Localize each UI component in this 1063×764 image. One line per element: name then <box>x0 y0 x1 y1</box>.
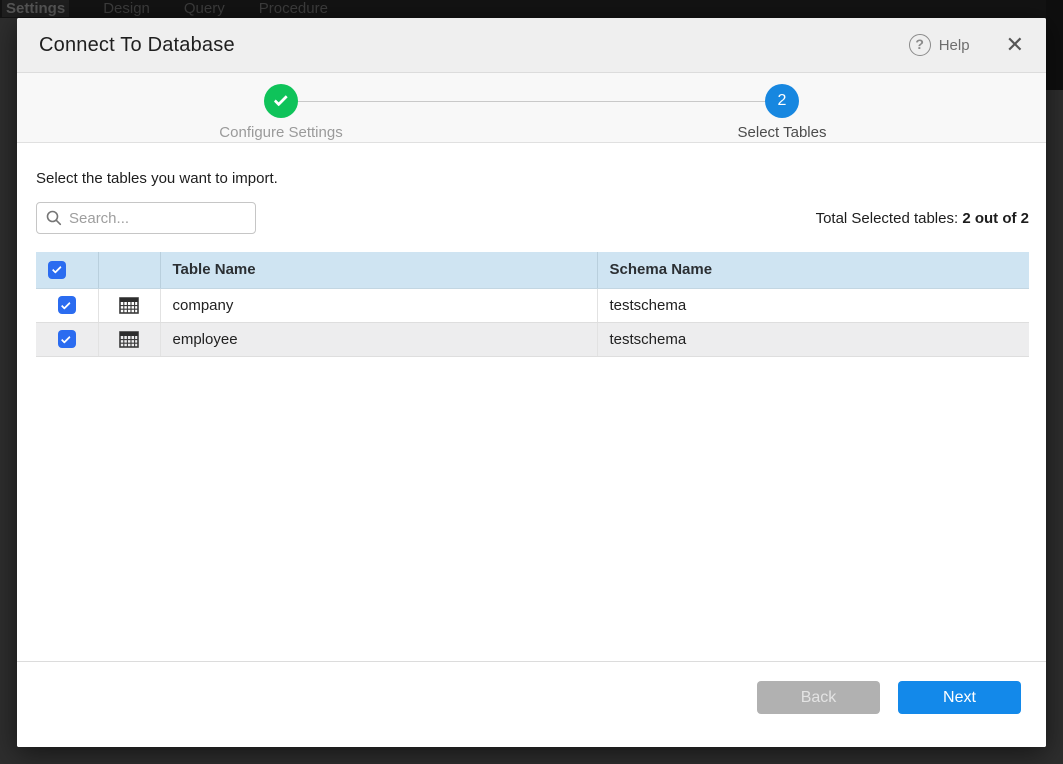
stepper-connector-line <box>281 101 782 102</box>
checkmark-icon <box>61 299 71 309</box>
wizard-stepper: 2 Configure Settings Select Tables <box>17 73 1046 143</box>
search-input[interactable] <box>69 210 246 227</box>
table-name-cell: employee <box>160 322 597 356</box>
background-menu-bar: Settings Design Query Procedure <box>0 0 1063 18</box>
schema-name-cell: testschema <box>597 322 1029 356</box>
table-header-row: Table Name Schema Name <box>36 252 1029 288</box>
table-row[interactable]: company testschema <box>36 288 1029 322</box>
summary-value: 2 out of 2 <box>962 210 1029 227</box>
table-row[interactable]: employee testschema <box>36 322 1029 356</box>
table-name-cell: company <box>160 288 597 322</box>
menu-item-settings[interactable]: Settings <box>2 0 69 17</box>
step-1-label: Configure Settings <box>161 124 401 141</box>
dialog-footer: Back Next <box>17 661 1046 747</box>
step-2-indicator[interactable]: 2 <box>765 84 799 118</box>
checkmark-icon <box>61 333 71 343</box>
search-icon <box>46 210 62 226</box>
next-button[interactable]: Next <box>898 681 1021 714</box>
close-icon[interactable]: ✕ <box>1006 34 1024 56</box>
column-header-table-name: Table Name <box>160 252 597 288</box>
select-all-checkbox[interactable] <box>48 261 66 279</box>
step-2-number: 2 <box>778 92 787 110</box>
table-icon <box>119 331 139 348</box>
search-box <box>36 202 256 234</box>
schema-name-cell: testschema <box>597 288 1029 322</box>
help-icon: ? <box>909 34 931 56</box>
summary-label: Total Selected tables: <box>816 210 963 227</box>
connect-to-database-dialog: Connect To Database ? Help ✕ 2 Configure… <box>17 18 1046 747</box>
help-label: Help <box>939 37 970 54</box>
checkmark-icon <box>273 92 287 106</box>
tables-list: Table Name Schema Name <box>36 252 1029 357</box>
selected-tables-summary: Total Selected tables: 2 out of 2 <box>816 210 1029 227</box>
step-1-complete-icon[interactable] <box>264 84 298 118</box>
menu-item-procedure[interactable]: Procedure <box>259 0 328 17</box>
dialog-header: Connect To Database ? Help ✕ <box>17 18 1046 73</box>
dialog-title: Connect To Database <box>39 34 235 57</box>
background-shade <box>1046 0 1063 90</box>
column-header-schema-name: Schema Name <box>597 252 1029 288</box>
dialog-content: Select the tables you want to import. To… <box>17 170 1046 357</box>
instruction-text: Select the tables you want to import. <box>36 170 1029 187</box>
row-checkbox[interactable] <box>58 296 76 314</box>
menu-item-query[interactable]: Query <box>184 0 225 17</box>
menu-item-design[interactable]: Design <box>103 0 150 17</box>
help-button[interactable]: ? Help <box>909 34 970 56</box>
row-checkbox[interactable] <box>58 330 76 348</box>
step-2-label: Select Tables <box>662 124 902 141</box>
checkmark-icon <box>51 264 61 274</box>
table-icon <box>119 297 139 314</box>
back-button[interactable]: Back <box>757 681 880 714</box>
